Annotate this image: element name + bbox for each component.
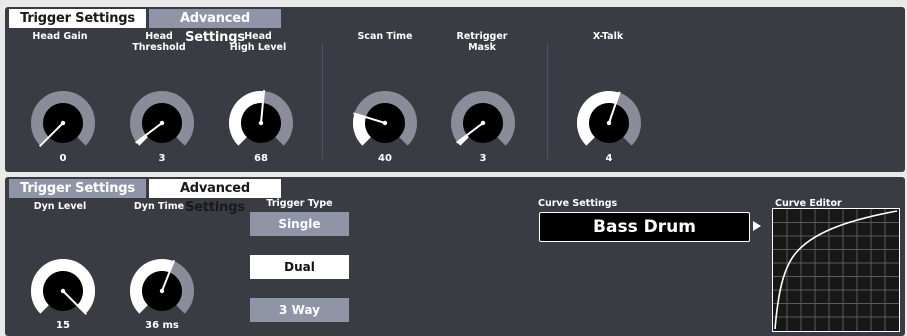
dyn-time-label: Dyn Time: [133, 201, 185, 212]
head-threshold-value: 3: [158, 153, 166, 164]
retrigger-mask-label: Retrigger Mask: [456, 31, 508, 53]
x-talk-label: X-Talk: [592, 31, 624, 42]
curve-settings-label: Curve Settings: [538, 198, 618, 209]
knob-hub: [60, 120, 66, 126]
curve-line: [774, 210, 898, 330]
curve-editor[interactable]: [772, 208, 900, 332]
separator: [547, 43, 548, 159]
advanced-settings-panel: Trigger Settings Advanced Settings Dyn L…: [5, 177, 905, 336]
trigger-settings-panel: Trigger Settings Advanced Settings Head …: [5, 7, 905, 172]
knob-hub: [258, 120, 264, 126]
retrigger-mask-knob[interactable]: [450, 90, 516, 156]
scan-time-knob[interactable]: [352, 90, 418, 156]
head-gain-knob[interactable]: [30, 90, 96, 156]
curve-graph[interactable]: [773, 209, 899, 331]
dyn-level-knob[interactable]: [30, 258, 96, 324]
dyn-level-label: Dyn Level: [33, 201, 87, 212]
trigger-type-single-button[interactable]: Single: [250, 212, 349, 236]
tab-trigger-settings[interactable]: Trigger Settings: [9, 9, 146, 28]
x-talk-value: 4: [605, 153, 613, 164]
head-threshold-knob[interactable]: [129, 90, 195, 156]
dyn-level-value: 15: [56, 320, 70, 331]
head-high-level-value: 68: [254, 153, 268, 164]
tab-advanced-settings[interactable]: Advanced Settings: [149, 179, 281, 215]
knob-hub: [60, 288, 66, 294]
scan-time-value: 40: [378, 153, 392, 164]
knob-hub: [480, 120, 486, 126]
knob-hub: [159, 120, 165, 126]
trigger-type-3way-button[interactable]: 3 Way: [250, 298, 349, 322]
tab-advanced-settings[interactable]: Advanced Settings: [149, 9, 281, 45]
scan-time-label: Scan Time: [357, 31, 413, 42]
dyn-time-knob[interactable]: [129, 258, 195, 324]
head-threshold-label: Head Threshold: [132, 31, 186, 53]
head-high-level-label: Head High Level: [229, 31, 287, 53]
separator: [322, 43, 323, 159]
trigger-type-dual-button[interactable]: Dual: [250, 255, 349, 279]
knob-hub: [606, 120, 612, 126]
head-high-level-knob[interactable]: [228, 90, 294, 156]
curve-settings-select[interactable]: Bass Drum: [539, 212, 750, 242]
head-gain-value: 0: [59, 153, 67, 164]
trigger-type-label: Trigger Type: [266, 198, 333, 209]
retrigger-mask-value: 3: [479, 153, 487, 164]
knob-hub: [159, 288, 165, 294]
curve-next-arrow-icon[interactable]: [753, 221, 761, 231]
dyn-time-value: 36 ms: [145, 320, 179, 331]
x-talk-knob[interactable]: [576, 90, 642, 156]
head-gain-label: Head Gain: [32, 31, 88, 42]
tab-trigger-settings[interactable]: Trigger Settings: [9, 179, 146, 198]
knob-hub: [382, 120, 388, 126]
